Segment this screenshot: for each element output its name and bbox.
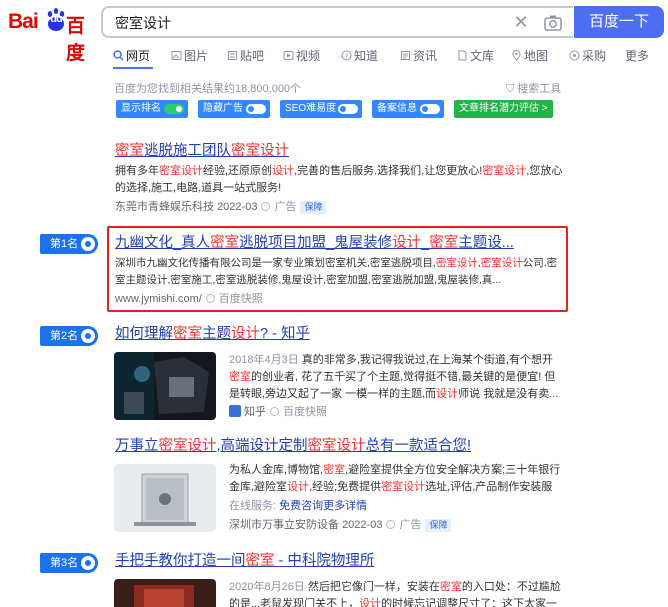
logo-du: du [50,13,62,25]
camera-icon[interactable] [543,13,563,33]
search-input[interactable] [115,13,495,33]
header: Bai du 百度 ✕ 百度一下 [0,0,668,64]
guarantee-badge: 保障 [300,201,327,214]
toggle-switch [338,104,358,114]
search-icon [113,47,124,61]
video-icon [283,47,294,60]
result-title[interactable]: 万事立密室设计,高端设计定制密室设计总有一款适合您! [115,437,471,455]
purchase-icon [569,47,580,61]
tab-zhidao[interactable]: ? 知道 [341,46,378,66]
toggle-switch [164,104,184,114]
toggle-switch [246,104,266,114]
tab-map[interactable]: 地图 [511,46,548,66]
tab-more[interactable]: 更多 [625,46,649,66]
logo-bai: Bai [8,10,39,33]
toggle-show-rank[interactable]: 显示排名 [116,100,188,118]
result-count: 百度为您找到相关结果约18,800,000个 [114,83,302,95]
doc-icon [457,47,468,61]
news-icon [400,47,411,60]
snapshot-link[interactable]: 百度快照 [219,293,263,305]
info-icon [205,294,215,303]
result-url: www.jymishi.com/百度快照 [115,293,263,305]
map-icon [511,47,522,61]
tab-images[interactable]: 图片 [171,46,208,66]
tab-wenku[interactable]: 文库 [457,46,494,66]
result-title[interactable]: 如何理解密室主题设计? - 知乎 [115,325,310,343]
result-source: 东莞市青蜂娱乐科技 2022-03 广告 保障 [115,200,327,214]
info-icon [261,202,271,211]
toggle-icp-info[interactable]: 备案信息 [372,100,444,118]
result-title[interactable]: 九幽文化_真人密室逃脱项目加盟_鬼屋装修设计_密室主题设... [115,234,514,252]
thumbnail-image [114,579,216,607]
filter-icon: ⛉ [506,83,515,95]
thumbnail-image [114,352,216,420]
active-tab-indicator [113,67,153,69]
zhihu-logo-icon [229,405,241,417]
baidu-logo[interactable]: Bai du 百度 [8,8,92,64]
result-description: 2020年8月26日 然后把它像门一样，安装在密室的入口处：不过尴尬的是...老… [229,581,561,607]
online-consult-link[interactable]: 免费咨询更多详情 [279,500,367,512]
result-description: 2018年4月3日 真的非常多,我记得我说过,在上海某个街道,有个想开密室的创业… [229,354,559,400]
svg-text:?: ? [345,52,349,60]
search-tabs: 网页 图片 贴吧 视频 ? 知道 资讯 文库 地图 采购 更多 [107,46,667,66]
toggle-switch [420,104,440,114]
result-description: 为私人金库,博物馆,密室,避险室提供全方位安全解决方案;三十年银行金库,避险室设… [229,464,561,493]
thumbnail-image [114,464,216,532]
result-thumbnail[interactable] [114,579,216,607]
rank-badge: 第2名 [40,326,98,346]
clear-icon[interactable]: ✕ [511,12,531,32]
tab-news[interactable]: 资讯 [400,46,437,66]
result-description: 深圳市九幽文化传播有限公司是一家专业策划密室机关,密室逃脱项目,密室设计,密室设… [115,257,558,286]
tab-purchase[interactable]: 采购 [569,46,606,66]
result-source: 深圳市万事立安防设备 2022-03 广告 保障 [229,518,452,532]
search-box: ✕ [101,6,573,38]
info-icon [386,520,396,529]
snapshot-link[interactable]: 百度快照 [283,406,327,418]
article-rank-eval-button[interactable]: 文章排名潜力评估 > [454,100,553,118]
logo-cn: 百度 [66,16,85,64]
question-icon: ? [341,47,352,61]
rank-badge: 第3名 [40,553,98,573]
info-icon [270,407,279,416]
tab-video[interactable]: 视频 [283,46,320,66]
result-title[interactable]: 密室逃脱施工团队密室设计 [115,142,289,160]
search-button[interactable]: 百度一下 [574,6,664,38]
result-thumbnail[interactable] [114,464,216,532]
result-title[interactable]: 手把手教你打造一间密室 - 中科院物理所 [115,552,374,570]
tab-tieba[interactable]: 贴吧 [227,46,264,66]
result-description: 拥有多年密室设计经验,还原原创设计,完善的售后服务.选择我们,让您更放心!密室设… [115,165,563,194]
toggle-hide-ads[interactable]: 隐藏广告 [198,100,270,118]
result-thumbnail[interactable] [114,352,216,420]
result-source: 知乎 百度快照 [229,405,327,419]
tab-web[interactable]: 网页 [113,46,150,66]
online-service: 在线服务: 免费咨询更多详情 [229,500,368,512]
toggle-seo-difficulty[interactable]: SEO难易度 [280,100,362,118]
search-tools-button[interactable]: ⛉ 搜索工具 [506,80,561,96]
tieba-icon [227,47,238,60]
guarantee-badge: 保障 [425,519,452,532]
image-icon [171,47,182,60]
rank-badge: 第1名 [40,234,98,254]
